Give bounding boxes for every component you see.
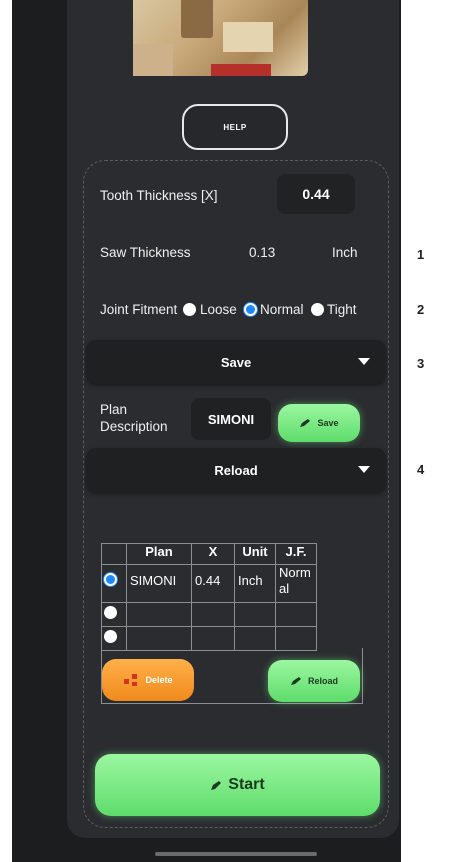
cell-jf: [275, 626, 317, 651]
header-jf: J.F.: [275, 543, 317, 565]
cell-jf: Norm al: [275, 564, 317, 603]
radio-normal-label: Normal: [260, 302, 304, 317]
header-plan: Plan: [126, 543, 192, 565]
table-header-row: Plan X Unit J.F.: [101, 543, 317, 565]
tooth-thickness-label: Tooth Thickness [X]: [100, 188, 218, 203]
plan-description-input[interactable]: SIMONI: [191, 398, 271, 440]
pencil-icon: [300, 419, 311, 427]
radio-tight[interactable]: [311, 303, 324, 316]
radio-tight-label: Tight: [327, 302, 357, 317]
home-indicator[interactable]: [155, 852, 317, 856]
cell-unit: Inch: [234, 564, 276, 603]
cell-plan: [126, 602, 192, 627]
cell-jf: [275, 602, 317, 627]
plan-description-label: Plan Description: [100, 402, 168, 434]
chevron-down-icon: [358, 358, 370, 365]
cell-x: 0.44: [191, 564, 235, 603]
reload-dropdown[interactable]: Reload: [86, 448, 386, 492]
form-container: [83, 160, 389, 828]
radio-normal[interactable]: [244, 303, 257, 316]
radio-loose[interactable]: [183, 303, 196, 316]
row-select-radio[interactable]: [104, 573, 117, 586]
cell-unit: [234, 602, 276, 627]
tooth-thickness-input[interactable]: 0.44: [277, 174, 355, 214]
cell-plan: [126, 626, 192, 651]
save-dropdown[interactable]: Save: [86, 340, 386, 384]
marker-4: 4: [417, 462, 425, 477]
saw-thickness-unit: Inch: [332, 245, 358, 260]
reload-dropdown-label: Reload: [214, 462, 258, 478]
row-select-radio[interactable]: [104, 630, 117, 643]
cell-x: [191, 626, 235, 651]
table-row[interactable]: [101, 602, 317, 627]
chevron-down-icon: [358, 466, 370, 473]
header-x: X: [191, 543, 235, 565]
table-row[interactable]: [101, 626, 317, 651]
start-button[interactable]: Start: [95, 754, 380, 816]
pencil-icon: [290, 677, 301, 685]
save-plan-button[interactable]: Save: [278, 404, 360, 442]
marker-1: 1: [417, 247, 425, 262]
wood-joint-image: [133, 0, 308, 76]
plans-table: Plan X Unit J.F. SIMONI 0.44 Inch Norm a…: [101, 543, 317, 651]
save-dropdown-label: Save: [220, 354, 252, 370]
cell-unit: [234, 626, 276, 651]
table-row[interactable]: SIMONI 0.44 Inch Norm al: [101, 564, 317, 603]
radio-loose-label: Loose: [200, 302, 237, 317]
reload-plan-button[interactable]: Reload: [268, 660, 360, 702]
delete-button[interactable]: Delete: [102, 659, 194, 701]
saw-thickness-value: 0.13: [249, 245, 276, 260]
header-unit: Unit: [234, 543, 276, 565]
cell-x: [191, 602, 235, 627]
delete-icon: [124, 674, 138, 686]
saw-thickness-label: Saw Thickness: [100, 245, 191, 260]
pencil-icon: [211, 780, 222, 790]
marker-3: 3: [417, 356, 425, 371]
marker-2: 2: [417, 302, 425, 317]
cell-plan: SIMONI: [126, 564, 192, 603]
row-select-radio[interactable]: [104, 606, 117, 619]
joint-fitment-label: Joint Fitment: [100, 302, 178, 317]
help-button[interactable]: HELP: [182, 104, 288, 150]
